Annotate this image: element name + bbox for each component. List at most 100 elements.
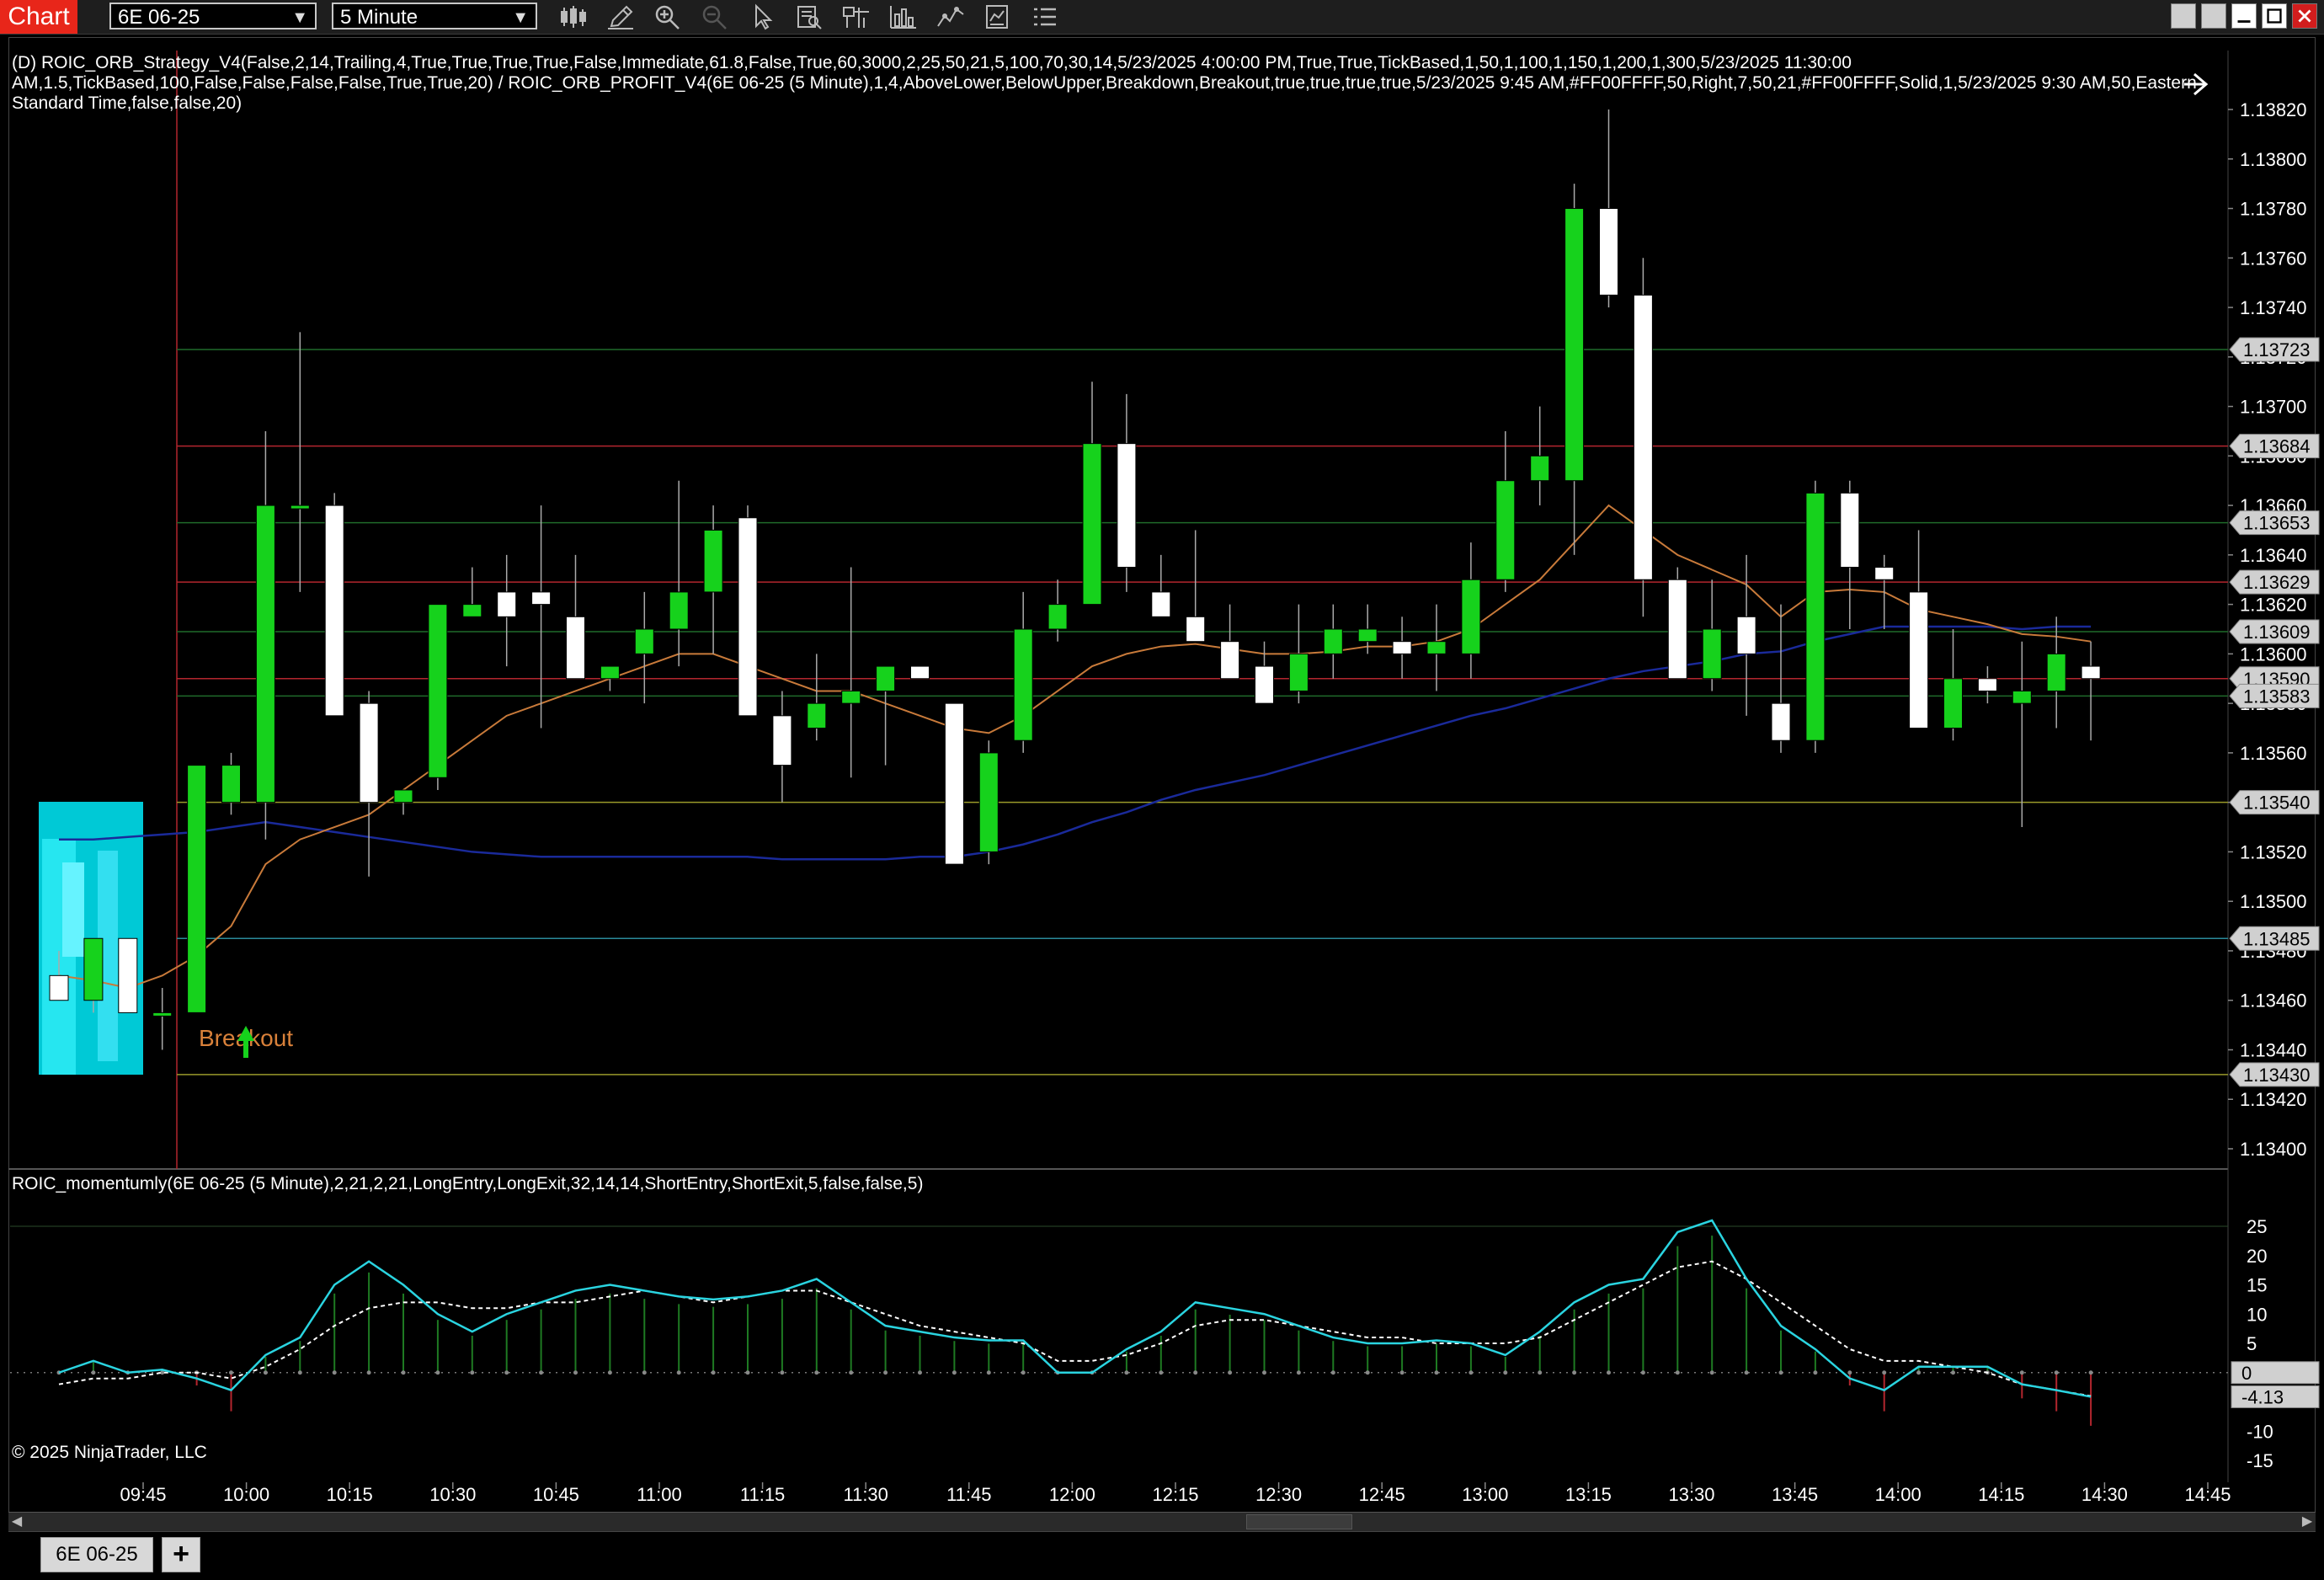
zero-dot xyxy=(91,1370,96,1375)
zero-dot xyxy=(986,1370,991,1375)
price-tag-label: 1.13583 xyxy=(2243,686,2311,707)
time-tick-label: 11:45 xyxy=(946,1484,991,1505)
candle-body xyxy=(1977,678,1997,691)
time-tick-label: 13:00 xyxy=(1462,1484,1508,1505)
candle-body xyxy=(841,690,861,704)
candle-body xyxy=(566,616,585,680)
candle-body xyxy=(49,974,69,1001)
candle-body xyxy=(1082,443,1102,606)
candle-body xyxy=(118,937,138,1013)
price-tag-label: 1.13485 xyxy=(2243,928,2311,949)
zero-dot xyxy=(2019,1370,2024,1375)
candle-body xyxy=(1186,616,1206,643)
candle-body xyxy=(497,591,517,617)
zero-dot xyxy=(263,1370,268,1375)
scroll-left-icon[interactable]: ◀ xyxy=(8,1513,25,1531)
candle-body xyxy=(1461,579,1481,654)
oscillator-tick-label: 25 xyxy=(2247,1216,2267,1237)
zero-dot xyxy=(1193,1370,1198,1375)
time-tick-label: 14:00 xyxy=(1875,1484,1922,1505)
time-tick-label: 11:15 xyxy=(740,1484,785,1505)
price-tick-label: 1.13700 xyxy=(2240,397,2307,418)
zero-dot xyxy=(1607,1370,1611,1375)
candle-body xyxy=(324,504,344,717)
oscillator-tick-label: 10 xyxy=(2247,1304,2267,1325)
candle-body xyxy=(634,628,654,654)
candle-body xyxy=(910,665,930,680)
candle-body xyxy=(393,789,413,803)
zero-dot xyxy=(1021,1370,1026,1375)
candle-body xyxy=(1220,641,1240,680)
oscillator-tick-label: 20 xyxy=(2247,1246,2267,1267)
candle-body xyxy=(1323,628,1343,654)
zero-dot xyxy=(607,1370,612,1375)
orb-box-highlight xyxy=(62,862,84,957)
candle-body xyxy=(1599,208,1618,296)
time-tick-label: 12:45 xyxy=(1359,1484,1405,1505)
price-tick-label: 1.13640 xyxy=(2240,545,2307,566)
price-tag-label: 1.13629 xyxy=(2243,572,2311,593)
copyright-text: © 2025 NinjaTrader, LLC xyxy=(12,1443,207,1462)
zero-dot xyxy=(297,1370,302,1375)
time-tick-label: 11:00 xyxy=(637,1484,681,1505)
candle-body xyxy=(83,937,104,1001)
zero-dot xyxy=(676,1370,681,1375)
horizontal-scrollbar[interactable]: ◀ ▶ xyxy=(8,1512,2316,1531)
zero-dot xyxy=(1847,1370,1852,1375)
price-tick-label: 1.13500 xyxy=(2240,891,2307,912)
candle-body xyxy=(2081,665,2101,680)
candle-body xyxy=(428,604,448,778)
candle-body xyxy=(359,702,379,803)
strategy-label-line1: (D) ROIC_ORB_Strategy_V4(False,2,14,Trai… xyxy=(12,53,1852,72)
chart-canvas[interactable]: Breakout1.138201.138001.137801.137601.13… xyxy=(0,0,2324,1580)
scroll-thumb[interactable] xyxy=(1246,1514,1352,1529)
zero-dot xyxy=(366,1370,371,1375)
price-tag-label: 1.13540 xyxy=(2243,793,2311,814)
zero-dot xyxy=(2054,1370,2059,1375)
candle-body xyxy=(1702,628,1722,680)
zero-dot xyxy=(1330,1370,1335,1375)
time-tick-label: 13:15 xyxy=(1565,1484,1612,1505)
candle-body xyxy=(1357,628,1378,643)
candle-body xyxy=(1667,579,1687,680)
scroll-right-icon[interactable]: ▶ xyxy=(2299,1513,2316,1531)
candle-body xyxy=(1392,641,1412,654)
zero-dot xyxy=(642,1370,647,1375)
candle-body xyxy=(1805,492,1826,741)
zero-dot xyxy=(1778,1370,1783,1375)
zero-dot xyxy=(401,1370,406,1375)
candle-body xyxy=(600,665,620,680)
price-tick-label: 1.13760 xyxy=(2240,248,2307,269)
zero-dot xyxy=(1640,1370,1645,1375)
candle-body xyxy=(1288,653,1309,691)
price-tick-label: 1.13440 xyxy=(2240,1039,2307,1060)
candle-body xyxy=(944,702,964,865)
strategy-label-line2: AM,1.5,TickBased,100,False,False,False,F… xyxy=(12,73,2197,93)
price-tick-label: 1.13400 xyxy=(2240,1139,2307,1160)
oscillator-current-tag-label: -4.13 xyxy=(2241,1386,2284,1407)
candle-body xyxy=(2046,653,2066,691)
candle-body xyxy=(772,715,792,766)
candle-body xyxy=(703,529,723,593)
oscillator-tick-label: -10 xyxy=(2247,1421,2273,1442)
price-tick-label: 1.13420 xyxy=(2240,1089,2307,1110)
zero-dot xyxy=(1882,1370,1887,1375)
candle-body xyxy=(876,665,896,691)
price-tag-label: 1.13609 xyxy=(2243,622,2311,643)
zero-dot xyxy=(229,1370,233,1375)
candle-body xyxy=(1117,443,1137,568)
tab-instrument[interactable]: 6E 06-25 xyxy=(40,1537,153,1572)
time-tick-label: 12:30 xyxy=(1255,1484,1302,1505)
zero-dot xyxy=(1675,1370,1680,1375)
oscillator-tick-label: 15 xyxy=(2247,1275,2267,1296)
candle-body xyxy=(462,604,482,617)
add-tab-button[interactable]: + xyxy=(162,1537,200,1572)
zero-dot xyxy=(814,1370,819,1375)
zero-dot xyxy=(1813,1370,1818,1375)
candle-body xyxy=(1874,567,1895,580)
candle-body xyxy=(669,591,689,630)
time-tick-label: 10:30 xyxy=(429,1484,476,1505)
time-tick-label: 12:00 xyxy=(1049,1484,1095,1505)
zero-dot xyxy=(2088,1370,2093,1375)
candle-body xyxy=(1530,455,1550,482)
